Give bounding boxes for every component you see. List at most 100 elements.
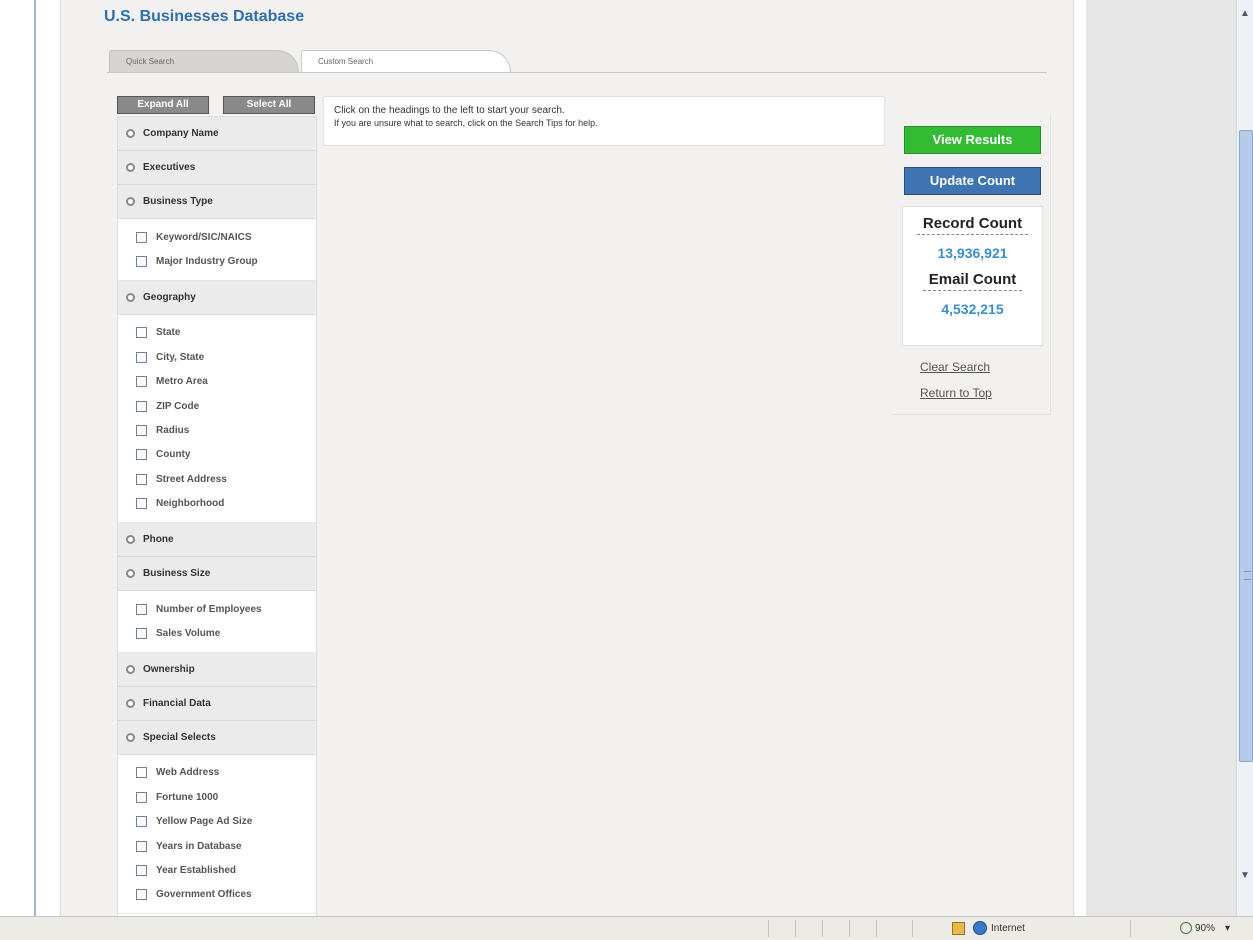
sidebar-section-label: Business Size <box>143 567 211 579</box>
checkbox[interactable] <box>136 791 147 803</box>
sidebar-section-header[interactable]: Special Selects <box>118 720 316 755</box>
checkbox-label: Major Industry Group <box>156 256 258 268</box>
criteria-checkbox-item[interactable]: Years in Database <box>136 834 316 858</box>
expand-circle-icon <box>126 568 135 578</box>
count-box: Record Count 13,936,921 Email Count 4,53… <box>902 206 1043 346</box>
zoom-control[interactable]: 90% ▾ <box>1180 922 1230 934</box>
criteria-checkbox-item[interactable]: County <box>136 443 316 467</box>
sidebar-section-header[interactable]: Financial Data <box>118 686 316 721</box>
zone-label: Internet <box>991 922 1025 934</box>
criteria-checkbox-item[interactable]: Year Established <box>136 858 316 882</box>
zoom-dropdown-icon[interactable]: ▾ <box>1225 923 1230 934</box>
checkbox[interactable] <box>136 327 147 339</box>
vertical-scrollbar[interactable]: ▲ ▼ <box>1236 0 1253 916</box>
clear-search-link[interactable]: Clear Search <box>920 360 990 374</box>
criteria-checkbox-item[interactable]: Street Address <box>136 467 316 491</box>
criteria-checkbox-item[interactable]: Metro Area <box>136 370 316 394</box>
criteria-checkbox-item[interactable]: Yellow Page Ad Size <box>136 809 316 833</box>
sidebar-section-header[interactable]: Business Type <box>118 185 316 219</box>
sidebar-section-header[interactable]: Company Name <box>118 117 316 151</box>
sidebar-section-label: Company Name <box>143 128 219 139</box>
return-to-top-link[interactable]: Return to Top <box>920 386 992 400</box>
sidebar-section-label: Financial Data <box>143 697 211 709</box>
criteria-checkbox-item[interactable]: Major Industry Group <box>136 249 316 273</box>
status-divider <box>1130 920 1131 937</box>
expand-all-button[interactable]: Expand All <box>117 96 209 114</box>
sidebar-section-label: Ownership <box>143 663 195 675</box>
checkbox[interactable] <box>136 627 147 639</box>
checkbox[interactable] <box>136 256 147 268</box>
checkbox[interactable] <box>136 767 147 779</box>
checkbox-label: Years in Database <box>156 840 242 852</box>
expand-circle-icon <box>126 534 135 544</box>
scroll-thumb[interactable] <box>1239 130 1253 762</box>
zoom-icon <box>1180 922 1192 934</box>
criteria-checkbox-item[interactable]: Fortune 1000 <box>136 785 316 809</box>
checkbox[interactable] <box>136 498 147 510</box>
status-divider <box>822 920 823 937</box>
email-count-label: Email Count <box>922 271 1023 291</box>
status-divider <box>912 920 913 937</box>
select-all-button[interactable]: Select All <box>223 96 315 114</box>
checkbox[interactable] <box>136 400 147 412</box>
checkbox[interactable] <box>136 449 147 461</box>
sidebar-section-header[interactable]: Phone <box>118 522 316 557</box>
checkbox[interactable] <box>136 864 147 876</box>
record-count-label: Record Count <box>916 215 1029 235</box>
protected-mode-icon <box>952 921 965 935</box>
checkbox-label: Government Offices <box>156 889 252 901</box>
criteria-sidebar: Company Name Executives Business Type Keywo… <box>117 116 317 918</box>
checkbox-label: Sales Volume <box>156 627 221 639</box>
checkbox[interactable] <box>136 816 147 828</box>
scroll-down-arrow-icon[interactable]: ▼ <box>1238 870 1252 884</box>
sidebar-section-label: Phone <box>143 533 174 545</box>
checkbox[interactable] <box>136 351 147 363</box>
sidebar-section-header[interactable]: Business Size <box>118 556 316 591</box>
checkbox[interactable] <box>136 473 147 485</box>
expand-circle-icon <box>126 197 135 206</box>
checkbox[interactable] <box>136 425 147 437</box>
globe-icon <box>973 921 987 935</box>
criteria-checkbox-item[interactable]: Web Address <box>136 761 316 785</box>
checkbox[interactable] <box>136 840 147 852</box>
expand-circle-icon <box>126 732 135 742</box>
record-count-value: 13,936,921 <box>937 245 1008 261</box>
page-area: g p U.S. Businesses Database Quick Searc… <box>36 0 1086 918</box>
expand-circle-icon <box>126 163 135 172</box>
checkbox[interactable] <box>136 231 147 243</box>
criteria-checkbox-item[interactable]: Keyword/SIC/NAICS <box>136 225 316 249</box>
criteria-checkbox-item[interactable]: Radius <box>136 418 316 442</box>
tab-custom-search[interactable]: Custom Search <box>301 50 511 72</box>
tab-quick-search[interactable]: Quick Search <box>109 50 299 72</box>
sidebar-section-header[interactable]: Executives <box>118 151 316 185</box>
sidebar-section-header[interactable]: Geography <box>118 280 316 315</box>
criteria-checkbox-item[interactable]: State <box>136 321 316 345</box>
criteria-checkbox-item[interactable]: Sales Volume <box>136 621 316 645</box>
checkbox[interactable] <box>136 603 147 615</box>
criteria-checkbox-item[interactable]: Number of Employees <box>136 597 316 621</box>
expand-circle-icon <box>126 292 135 302</box>
criteria-checkbox-item[interactable]: City, State <box>136 345 316 369</box>
scroll-grip-icon <box>1244 571 1251 580</box>
security-zone[interactable]: Internet <box>952 921 1025 935</box>
sidebar-subitems: Keyword/SIC/NAICS Major Industry Group <box>118 219 316 281</box>
checkbox-label: County <box>156 449 191 461</box>
criteria-checkbox-item[interactable]: Neighborhood <box>136 492 316 516</box>
update-count-button[interactable]: Update Count <box>904 167 1041 195</box>
checkbox[interactable] <box>136 376 147 388</box>
expand-circle-icon <box>126 664 135 674</box>
sidebar-section-header[interactable]: Ownership <box>118 652 316 687</box>
status-divider <box>849 920 850 937</box>
criteria-checkbox-item[interactable]: ZIP Code <box>136 394 316 418</box>
status-divider <box>795 920 796 937</box>
expand-circle-icon <box>126 129 135 138</box>
scroll-up-arrow-icon[interactable]: ▲ <box>1238 8 1252 22</box>
database-title: U.S. Businesses Database <box>104 8 305 25</box>
checkbox[interactable] <box>136 889 147 901</box>
database-panel: U.S. Businesses Database Quick Search Cu… <box>60 0 1074 918</box>
criteria-checkbox-item[interactable]: Government Offices <box>136 883 316 907</box>
checkbox-label: ZIP Code <box>156 400 200 412</box>
view-results-button[interactable]: View Results <box>904 126 1041 154</box>
checkbox-label: Neighborhood <box>156 498 225 510</box>
instructions-line-1: Click on the headings to the left to sta… <box>334 105 565 116</box>
